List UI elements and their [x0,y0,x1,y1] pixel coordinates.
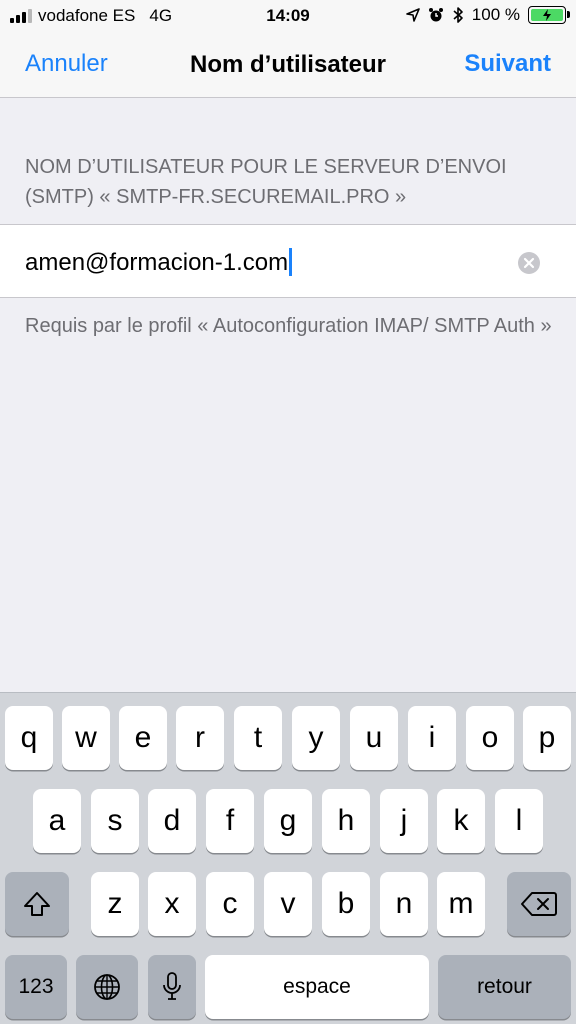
username-field[interactable]: amen@formacion-1.com [25,248,293,277]
key-m[interactable]: m [437,872,485,936]
key-s[interactable]: s [91,789,139,853]
key-e[interactable]: e [119,706,167,770]
section-header: Nom d’utilisateur pour le serveur d’envo… [25,156,507,208]
key-a[interactable]: a [33,789,81,853]
key-k[interactable]: k [437,789,485,853]
key-j[interactable]: j [380,789,428,853]
key-f[interactable]: f [206,789,254,853]
key-i[interactable]: i [408,706,456,770]
key-d[interactable]: d [148,789,196,853]
location-arrow-icon [405,8,420,22]
alarm-icon [428,8,443,22]
cancel-button[interactable]: Annuler [25,50,108,78]
globe-icon[interactable] [76,955,138,1019]
signal-strength-icon [10,9,32,23]
carrier-name: vodafone ES [38,6,136,25]
key-n[interactable]: n [380,872,428,936]
key-u[interactable]: u [350,706,398,770]
key-r[interactable]: r [176,706,224,770]
username-field-row: amen@formacion-1.com [0,224,576,298]
numbers-key[interactable]: 123 [5,955,67,1019]
username-value: amen@formacion-1.com [25,249,289,276]
next-button[interactable]: Suivant [464,50,551,78]
battery-charging-icon [528,6,570,24]
key-c[interactable]: c [206,872,254,936]
status-right: 100 % [405,5,570,25]
key-p[interactable]: p [523,706,571,770]
key-w[interactable]: w [62,706,110,770]
key-v[interactable]: v [264,872,312,936]
key-l[interactable]: l [495,789,543,853]
key-y[interactable]: y [292,706,340,770]
key-g[interactable]: g [264,789,312,853]
microphone-icon[interactable] [148,955,196,1019]
battery-percent: 100 % [471,5,520,24]
section-footer: Requis par le profil « Autoconfiguration… [25,315,552,337]
delete-backward-icon[interactable] [507,872,571,936]
clear-circle-icon[interactable] [518,252,540,274]
status-bar: vodafone ES 4G 14:09 100 % [0,0,576,34]
space-key[interactable]: espace [205,955,429,1019]
network-type: 4G [149,6,173,25]
key-b[interactable]: b [322,872,370,936]
key-t[interactable]: t [234,706,282,770]
key-x[interactable]: x [148,872,196,936]
shift-icon[interactable] [5,872,69,936]
key-z[interactable]: z [91,872,139,936]
bluetooth-icon [453,7,463,23]
status-left: vodafone ES 4G [10,6,172,26]
text-cursor [289,248,293,276]
key-o[interactable]: o [466,706,514,770]
keyboard: q w e r t y u i o p a s d f g h j k l z … [0,692,576,1024]
navigation-bar: Annuler Nom d’utilisateur Suivant [0,34,576,98]
key-q[interactable]: q [5,706,53,770]
key-h[interactable]: h [322,789,370,853]
screen: vodafone ES 4G 14:09 100 % Annuler Nom d… [0,0,576,1024]
return-key[interactable]: retour [438,955,571,1019]
